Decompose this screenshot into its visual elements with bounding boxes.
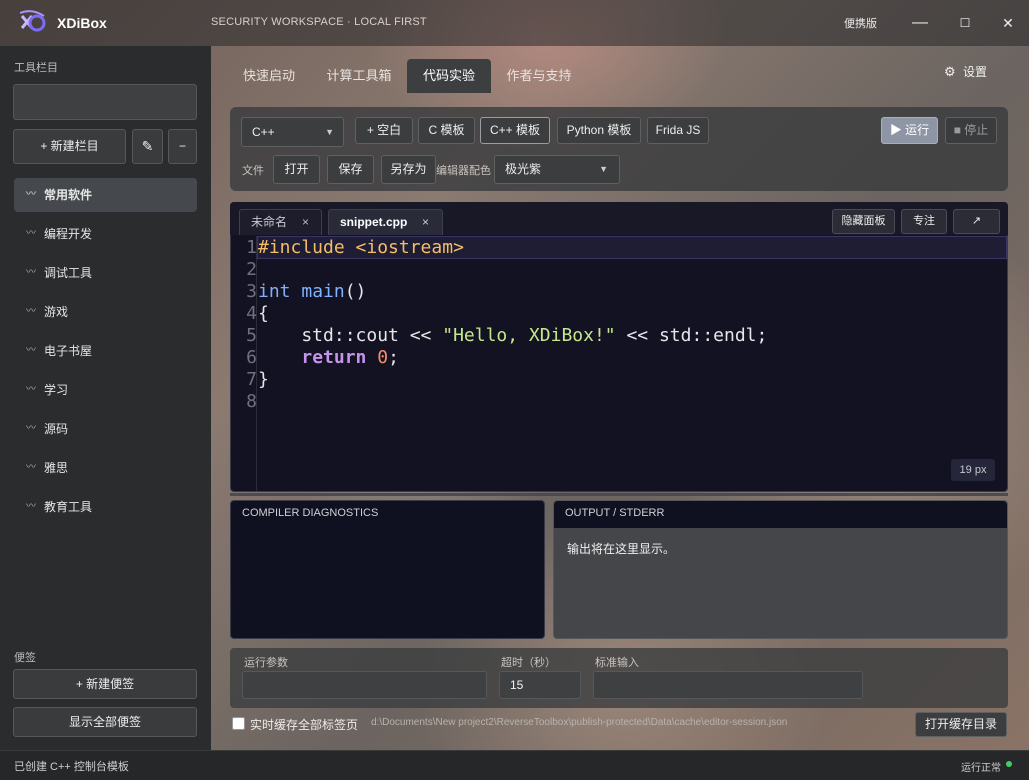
minimize-button[interactable]: — xyxy=(905,10,935,36)
python-template-button[interactable]: Python 模板 xyxy=(557,117,641,144)
close-button[interactable]: ✕ xyxy=(993,10,1023,36)
close-tab-icon[interactable]: × xyxy=(302,210,309,234)
hide-panel-button[interactable]: 隐藏面板 xyxy=(832,209,895,234)
status-bar xyxy=(0,750,1029,780)
tab-code-lab[interactable]: 代码实验 xyxy=(407,59,491,93)
line-number: 2 xyxy=(246,259,257,280)
line-number: 1 xyxy=(246,237,257,258)
sidebar-item-debug-tools[interactable]: 〰调试工具 xyxy=(14,256,197,290)
show-all-notes-button[interactable]: 显示全部便签 xyxy=(13,707,197,737)
args-input[interactable] xyxy=(242,671,487,699)
wave-icon: 〰 xyxy=(26,228,36,239)
new-note-button[interactable]: + 新建便签 xyxy=(13,669,197,699)
theme-select[interactable]: 极光紫 ▼ xyxy=(494,155,620,184)
wave-icon: 〰 xyxy=(26,267,36,278)
frida-template-button[interactable]: Frida JS xyxy=(647,117,709,144)
toolbar-section-label: 工具栏目 xyxy=(14,62,58,74)
notes-section-label: 便签 xyxy=(14,652,36,664)
run-button[interactable]: ▶ 运行 xyxy=(881,117,938,144)
tab-calc-toolbox[interactable]: 计算工具箱 xyxy=(317,59,401,93)
code-line: int main() xyxy=(258,281,367,302)
sidebar-item-common-software[interactable]: 〰常用软件 xyxy=(14,178,197,212)
sidebar-item-study[interactable]: 〰学习 xyxy=(14,373,197,407)
wave-icon: 〰 xyxy=(26,189,36,200)
code-line: } xyxy=(258,369,269,390)
cpp-template-button[interactable]: C++ 模板 xyxy=(480,117,550,144)
cache-path: d:\Documents\New project2\ReverseToolbox… xyxy=(371,717,788,728)
pencil-icon: ✎ xyxy=(141,138,154,154)
blank-template-button[interactable]: + 空白 xyxy=(355,117,413,144)
font-size-badge: 19 px xyxy=(951,459,995,481)
theme-label: 编辑器配色 xyxy=(436,165,491,177)
portable-badge: 便携版 xyxy=(844,18,877,30)
wave-icon: 〰 xyxy=(26,462,36,473)
focus-mode-button[interactable]: 专注 xyxy=(901,209,947,234)
cache-checkbox-label[interactable]: 实时缓存全部标签页 xyxy=(250,716,358,733)
sidebar-item-education-tools[interactable]: 〰教育工具 xyxy=(14,490,197,524)
timeout-label: 超时（秒） xyxy=(501,657,556,669)
code-line: #include <iostream> xyxy=(258,237,464,258)
section-search-input[interactable] xyxy=(13,84,197,120)
code-line: std::cout << "Hello, XDiBox!" << std::en… xyxy=(258,325,768,346)
diagnostics-title: COMPILER DIAGNOSTICS xyxy=(242,507,379,519)
maximize-button[interactable]: ☐ xyxy=(950,10,980,36)
sidebar-item-source[interactable]: 〰源码 xyxy=(14,412,197,446)
output-text: 输出将在这里显示。 xyxy=(567,542,676,556)
code-line: { xyxy=(258,303,269,324)
open-cache-dir-button[interactable]: 打开缓存目录 xyxy=(915,712,1007,737)
edit-section-button[interactable]: ✎ xyxy=(132,129,163,164)
sidebar-item-programming[interactable]: 〰编程开发 xyxy=(14,217,197,251)
wave-icon: 〰 xyxy=(26,306,36,317)
stdin-label: 标准输入 xyxy=(595,657,639,669)
line-number: 8 xyxy=(246,391,257,412)
language-select[interactable]: C++ ▼ xyxy=(241,117,344,147)
open-file-button[interactable]: 打开 xyxy=(273,155,320,184)
chevron-down-icon: ▼ xyxy=(325,127,334,137)
editor-tab-snippet[interactable]: snippet.cpp × xyxy=(328,209,443,235)
sidebar-item-games[interactable]: 〰游戏 xyxy=(14,295,197,329)
stop-button[interactable]: ■ 停止 xyxy=(945,117,997,144)
output-title: OUTPUT / STDERR xyxy=(565,507,665,519)
args-label: 运行参数 xyxy=(244,657,288,669)
line-number: 4 xyxy=(246,303,257,324)
timeout-input[interactable]: 15 xyxy=(499,671,581,699)
status-message: 已创建 C++ 控制台模板 xyxy=(14,761,129,773)
code-line: return 0; xyxy=(301,347,399,368)
new-section-button[interactable]: + 新建栏目 xyxy=(13,129,126,164)
app-title: XDiBox xyxy=(57,15,107,31)
sidebar-item-ielts[interactable]: 〰雅思 xyxy=(14,451,197,485)
save-as-button[interactable]: 另存为 xyxy=(381,155,436,184)
status-ok-text: 运行正常 xyxy=(961,763,1001,774)
line-number: 3 xyxy=(246,281,257,302)
compiler-diagnostics-panel xyxy=(230,500,545,639)
c-template-button[interactable]: C 模板 xyxy=(418,117,475,144)
expand-icon[interactable]: ↗ xyxy=(953,209,1000,234)
line-number: 5 xyxy=(246,325,257,346)
editor-tab-untitled[interactable]: 未命名 × xyxy=(239,209,322,235)
wave-icon: 〰 xyxy=(26,384,36,395)
file-label: 文件 xyxy=(242,165,264,177)
settings-button[interactable]: ⚙ 设置 xyxy=(944,63,987,81)
stdin-input[interactable] xyxy=(593,671,863,699)
wave-icon: 〰 xyxy=(26,423,36,434)
tab-author-support[interactable]: 作者与支持 xyxy=(499,59,579,93)
app-subtitle: SECURITY WORKSPACE · LOCAL FIRST xyxy=(211,16,427,28)
editor-splitter[interactable] xyxy=(230,493,1008,496)
save-file-button[interactable]: 保存 xyxy=(327,155,374,184)
sidebar-item-ebooks[interactable]: 〰电子书屋 xyxy=(14,334,197,368)
chevron-down-icon: ▼ xyxy=(599,164,608,174)
cache-checkbox[interactable] xyxy=(232,717,245,730)
remove-section-button[interactable]: − xyxy=(168,129,197,164)
tab-quick-launch[interactable]: 快速启动 xyxy=(231,59,307,93)
close-tab-icon[interactable]: × xyxy=(422,210,429,234)
wave-icon: 〰 xyxy=(26,501,36,512)
gear-icon: ⚙ xyxy=(944,64,956,79)
app-logo-icon xyxy=(18,10,46,36)
line-number: 7 xyxy=(246,369,257,390)
status-ok-icon xyxy=(1006,761,1012,767)
wave-icon: 〰 xyxy=(26,345,36,356)
line-number: 6 xyxy=(246,347,257,368)
